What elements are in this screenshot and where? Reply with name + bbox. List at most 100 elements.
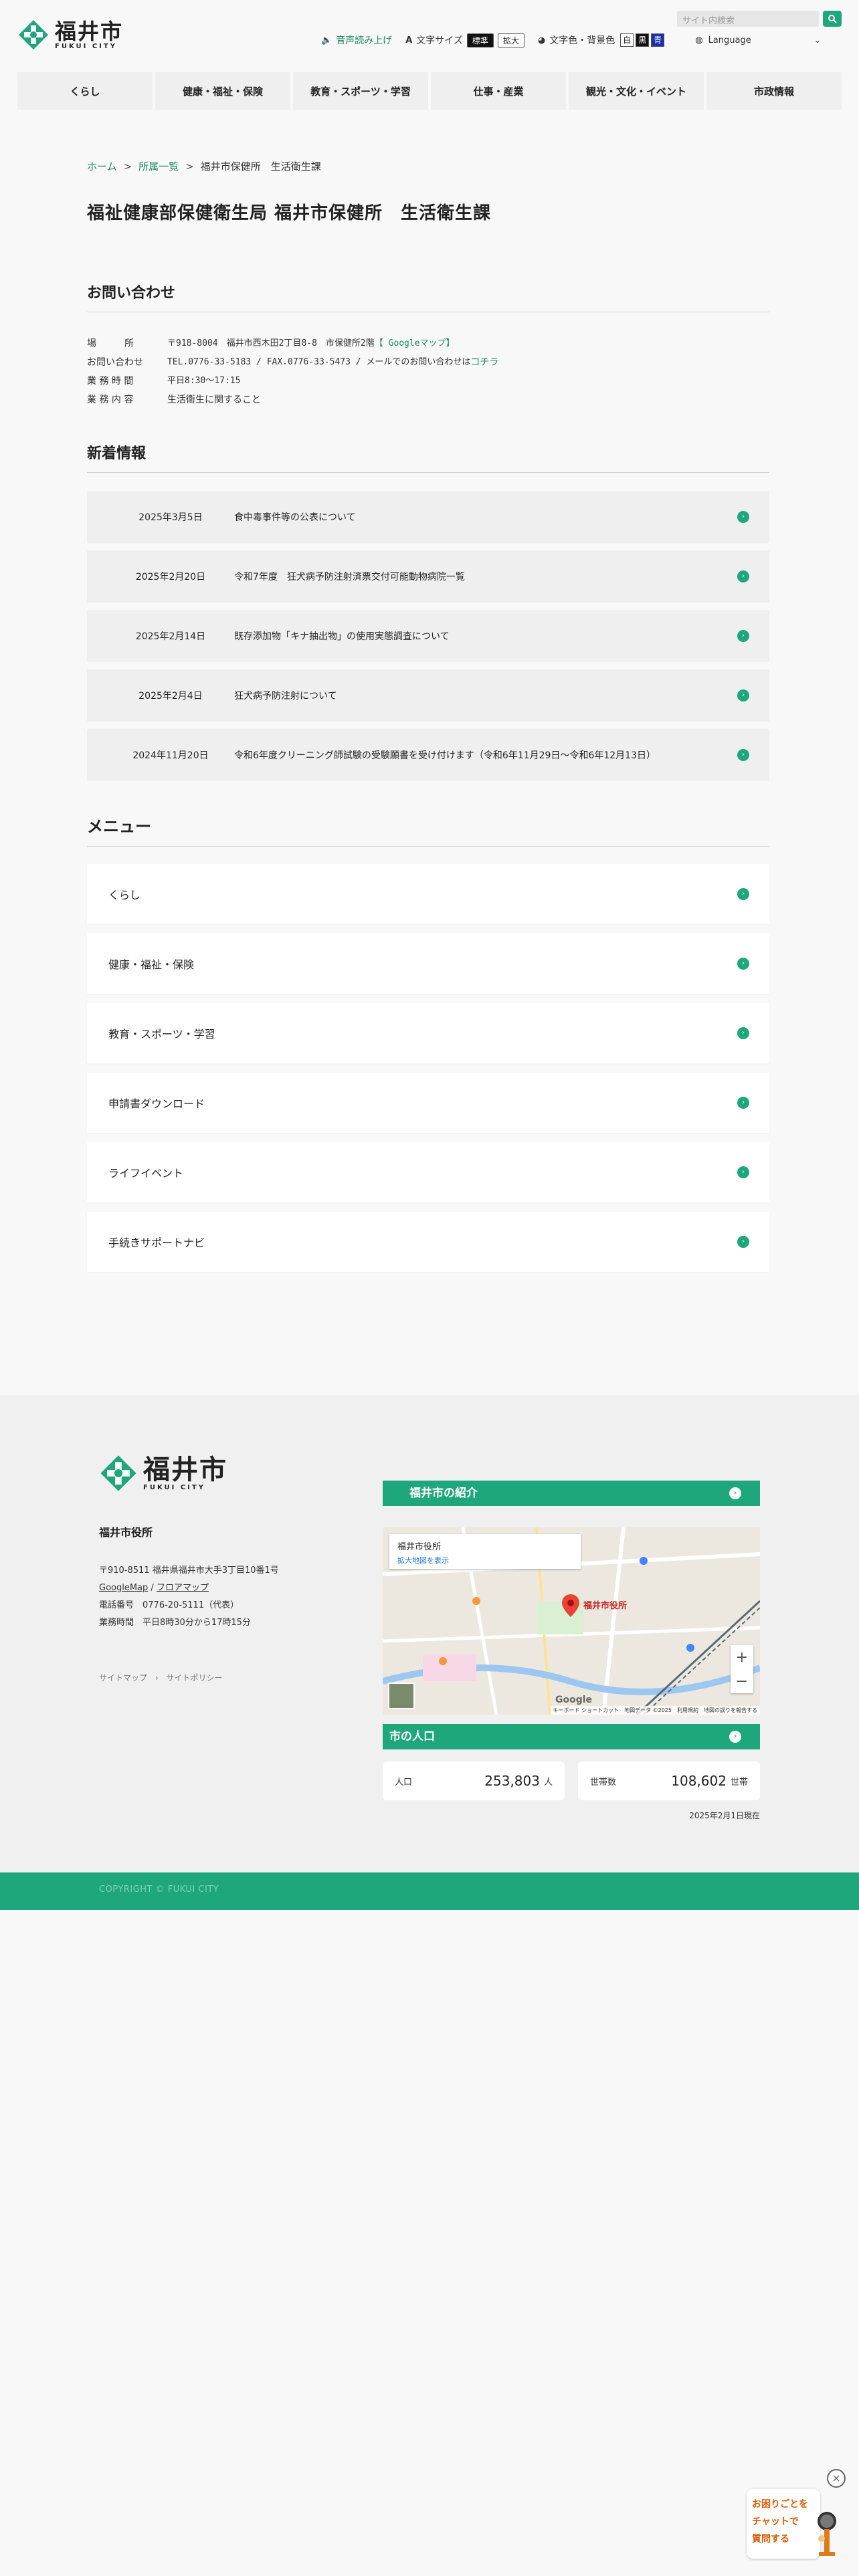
population-key: 人口: [395, 1777, 413, 1788]
footer-office-info: 〒910-8511 福井県福井市大手3丁目10番1号 GoogleMap / フ…: [99, 1562, 279, 1632]
news-title: 既存添加物「キナ抽出物」の使用実態調査について: [234, 631, 450, 642]
sitemap-link[interactable]: サイトマップ: [99, 1673, 147, 1683]
chevron-down-icon: ⌄: [814, 35, 821, 45]
population-button[interactable]: 市の人口 ›: [383, 1724, 760, 1749]
search-input[interactable]: サイト内検索: [677, 11, 819, 27]
menu-item-procedure-navi[interactable]: 手続きサポートナビ ›: [87, 1212, 769, 1272]
menu-list: くらし › 健康・福祉・保険 › 教育・スポーツ・学習 › 申請書ダウンロード …: [87, 864, 769, 1281]
copyright-text: COPYRIGHT © FUKUI CITY: [99, 1885, 219, 1895]
news-item[interactable]: 2025年2月20日 令和7年度 狂犬病予防注射済票交付可能動物病院一覧 ›: [87, 550, 769, 603]
page-title: 福祉健康部保健衛生局 福井市保健所 生活衛生課: [87, 203, 492, 223]
site-policy-link[interactable]: サイトポリシー: [166, 1673, 222, 1683]
menu-item-health[interactable]: 健康・福祉・保険 ›: [87, 934, 769, 994]
copyright-bar: COPYRIGHT © FUKUI CITY: [0, 1872, 859, 1910]
map-satellite-toggle[interactable]: [388, 1683, 415, 1709]
font-size-icon: A: [405, 35, 413, 45]
breadcrumb-separator: >: [123, 160, 132, 173]
nav-item-education[interactable]: 教育・スポーツ・学習: [293, 72, 428, 110]
nav-item-government[interactable]: 市政情報: [706, 72, 842, 110]
embedded-map[interactable]: 福井市役所 拡大地図を表示 福井市役所 + − Google キーボード ショー…: [383, 1527, 760, 1715]
breadcrumb-list[interactable]: 所属一覧: [138, 159, 179, 173]
news-date: 2025年2月14日: [135, 631, 206, 642]
news-item[interactable]: 2025年3月5日 食中毒事件等の公表について ›: [87, 491, 769, 543]
contact-inquiry-label: お問い合わせ: [87, 357, 143, 368]
language-select[interactable]: ◍ Language ⌄: [695, 35, 821, 45]
footer-tel: 電話番号 0776-20-5111（代表）: [99, 1600, 240, 1610]
population-unit: 人: [543, 1777, 553, 1788]
news-heading: 新着情報: [87, 441, 769, 473]
menu-item-education[interactable]: 教育・スポーツ・学習 ›: [87, 1003, 769, 1063]
news-date: 2025年2月4日: [138, 691, 203, 702]
zoom-in-button[interactable]: +: [736, 1649, 748, 1666]
menu-item-life[interactable]: くらし ›: [87, 864, 769, 924]
breadcrumb-separator: >: [185, 160, 194, 173]
palette-icon: ◕: [537, 35, 546, 45]
contact-place-label: 場 所: [87, 338, 134, 349]
site-logo[interactable]: 福井市 FUKUI CITY: [17, 19, 123, 51]
news-title: 令和6年度クリーニング師試験の受験願書を受け付けます（令和6年11月29日～令和…: [234, 750, 656, 761]
households-key: 世帯数: [590, 1777, 617, 1788]
footer-floormap-link[interactable]: フロアマップ: [157, 1583, 209, 1593]
city-emblem-icon: [100, 1455, 136, 1491]
arrow-right-icon: ›: [737, 958, 749, 970]
map-pin-label: 福井市役所: [583, 1601, 628, 1611]
zoom-out-button[interactable]: −: [736, 1673, 748, 1690]
map-card-title: 福井市役所: [397, 1542, 442, 1552]
google-logo: Google: [555, 1695, 593, 1705]
city-intro-button[interactable]: 福井市の紹介 ›: [383, 1481, 760, 1506]
footer-hours: 業務時間 平日8時30分から17時15分: [99, 1618, 251, 1628]
footer-logo[interactable]: 福井市 FUKUI CITY: [99, 1454, 227, 1493]
chat-widget[interactable]: お困りごとを チャットで 質問する ×: [747, 2469, 847, 2569]
breadcrumb-home[interactable]: ホーム: [87, 159, 117, 173]
site-footer: 福井市 FUKUI CITY 福井市役所 〒910-8511 福井県福井市大手3…: [0, 1395, 859, 1872]
city-emblem-icon: [19, 20, 48, 49]
news-item[interactable]: 2025年2月14日 既存添加物「キナ抽出物」の使用実態調査について ›: [87, 610, 769, 662]
households-box: 世帯数 108,602 世帯: [578, 1761, 760, 1800]
color-blue-button[interactable]: 青: [651, 33, 665, 47]
news-item[interactable]: 2024年11月20日 令和6年度クリーニング師試験の受験願書を受け付けます（令…: [87, 729, 769, 781]
mail-link[interactable]: コチラ: [470, 353, 498, 372]
arrow-right-icon: ›: [737, 570, 749, 582]
font-standard-button[interactable]: 標準: [466, 33, 494, 47]
footer-address: 〒910-8511 福井県福井市大手3丁目10番1号: [99, 1566, 279, 1576]
color-black-button[interactable]: 黒: [636, 33, 650, 47]
contact-work-value: 生活衛生に関すること: [167, 395, 261, 405]
contact-hours-value: 平日8:30～17:15: [167, 376, 241, 386]
voice-readout-button[interactable]: 🔈 音声読み上げ: [321, 33, 392, 47]
news-title: 令和7年度 狂犬病予防注射済票交付可能動物病院一覧: [234, 572, 465, 582]
news-title: 狂犬病予防注射について: [234, 691, 337, 702]
footer-links: サイトマップ › サイトポリシー: [99, 1672, 223, 1683]
nav-item-health[interactable]: 健康・福祉・保険: [155, 72, 290, 110]
nav-item-work[interactable]: 仕事・産業: [431, 72, 566, 110]
logo-text: 福井市: [55, 18, 124, 44]
map-zoom-control: + −: [731, 1645, 753, 1693]
map-pin-icon[interactable]: [562, 1594, 579, 1617]
households-unit: 世帯: [730, 1777, 748, 1788]
news-list: 2025年3月5日 食中毒事件等の公表について › 2025年2月20日 令和7…: [87, 491, 769, 788]
arrow-right-icon: ›: [729, 1731, 741, 1743]
footer-googlemap-link[interactable]: GoogleMap: [99, 1583, 148, 1593]
news-item[interactable]: 2025年2月4日 狂犬病予防注射について ›: [87, 669, 769, 722]
search-button[interactable]: [823, 11, 842, 27]
chevron-right-icon: ›: [155, 1673, 159, 1683]
nav-item-life[interactable]: くらし: [17, 72, 153, 110]
news-date: 2025年2月20日: [135, 572, 206, 582]
font-large-button[interactable]: 拡大: [497, 33, 524, 47]
menu-item-life-event[interactable]: ライフイベント ›: [87, 1142, 769, 1202]
search-icon: [828, 15, 837, 23]
arrow-right-icon: ›: [737, 888, 749, 900]
news-title: 食中毒事件等の公表について: [234, 512, 356, 523]
google-map-link[interactable]: 【 Googleマップ】: [375, 334, 455, 353]
global-nav: くらし 健康・福祉・保険 教育・スポーツ・学習 仕事・産業 観光・文化・イベント…: [17, 72, 842, 110]
footer-logo-text: 福井市: [143, 1454, 227, 1485]
color-white-button[interactable]: 白: [620, 33, 634, 47]
contact-info: 場 所 〒918-8004 福井市西木田2丁目8-8 市保健所2階 【 Goog…: [87, 334, 498, 409]
map-enlarge-link[interactable]: 拡大地図を表示: [397, 1555, 573, 1566]
chat-close-button[interactable]: ×: [827, 2469, 846, 2488]
menu-item-download[interactable]: 申請書ダウンロード ›: [87, 1073, 769, 1133]
contact-work-label: 業 務 内 容: [87, 395, 134, 405]
nav-item-tourism[interactable]: 観光・文化・イベント: [569, 72, 704, 110]
news-date: 2024年11月20日: [132, 750, 209, 761]
news-date: 2025年3月5日: [138, 512, 203, 523]
contact-inquiry-value: TEL.0776-33-5183 / FAX.0776-33-5473 / メー…: [167, 357, 471, 367]
